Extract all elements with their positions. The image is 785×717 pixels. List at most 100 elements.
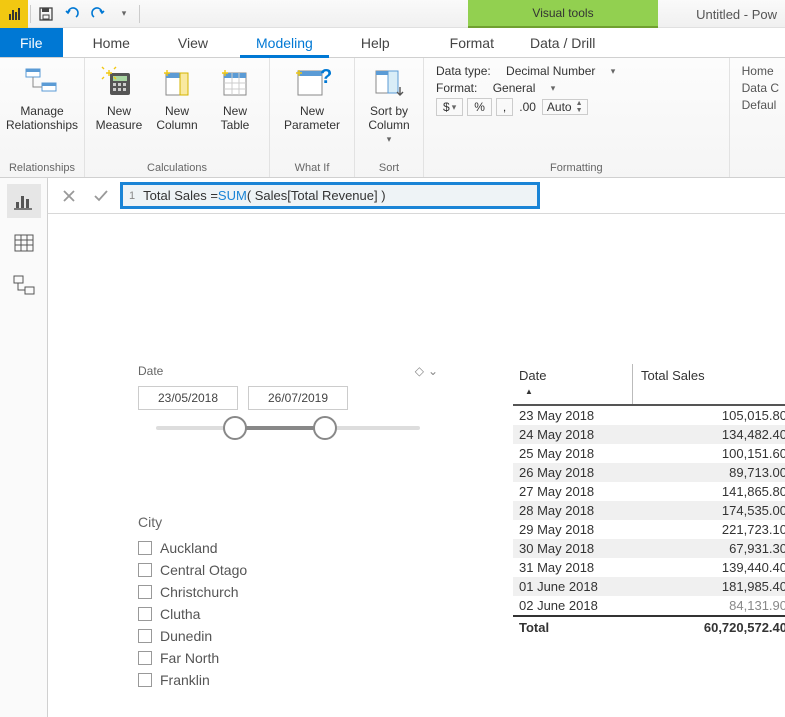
table-row[interactable]: 29 May 2018221,723.10	[513, 520, 785, 539]
table-row[interactable]: 31 May 2018139,440.40	[513, 558, 785, 577]
svg-text:?: ?	[320, 66, 332, 88]
checkbox[interactable]	[138, 607, 152, 621]
date-from-input[interactable]: 23/05/2018	[138, 386, 238, 410]
cell-date: 25 May 2018	[513, 444, 633, 463]
report-view-icon	[14, 192, 34, 210]
qat-customize[interactable]: ▾	[111, 0, 137, 28]
formula-input[interactable]: 1 Total Sales = SUM( Sales[Total Revenue…	[120, 182, 540, 209]
formula-cancel-button[interactable]	[56, 183, 82, 209]
table-row[interactable]: 25 May 2018100,151.60	[513, 444, 785, 463]
sales-table[interactable]: Date▲ Total Sales 23 May 2018105,015.802…	[513, 364, 785, 638]
cell-value: 105,015.80	[633, 406, 785, 425]
manage-relationships-button[interactable]: Manage Relationships	[6, 62, 78, 133]
date-slider[interactable]	[156, 426, 420, 430]
save-icon	[38, 6, 54, 22]
datatype-dropdown[interactable]: Data type: Decimal Number ▾	[436, 64, 717, 78]
cell-date: 24 May 2018	[513, 425, 633, 444]
group-calculations: New Measure New Column New Table Calcula…	[85, 58, 270, 177]
table-row[interactable]: 01 June 2018181,985.40	[513, 577, 785, 596]
new-column-button[interactable]: New Column	[149, 62, 205, 133]
tab-modeling[interactable]: Modeling	[232, 28, 337, 57]
eraser-icon[interactable]: ◇	[415, 364, 424, 378]
group-whatif: ? New Parameter What If	[270, 58, 355, 177]
city-item[interactable]: Far North	[138, 650, 398, 666]
sort-by-column-button[interactable]: Sort by Column	[361, 62, 417, 145]
contextual-tab-header: Visual tools	[468, 0, 658, 28]
group-formatting: Data type: Decimal Number ▾ Format: Gene…	[424, 58, 730, 177]
title-bar: ▾ Visual tools Untitled - Pow	[0, 0, 785, 28]
format-dropdown[interactable]: Format: General ▾	[436, 81, 717, 95]
tab-help[interactable]: Help	[337, 28, 414, 57]
view-switcher	[0, 178, 48, 717]
cell-value: 84,131.90	[633, 596, 785, 615]
city-slicer[interactable]: City Auckland Central Otago Christchurch Cl…	[138, 514, 398, 688]
decimals-icon: .00	[517, 100, 538, 114]
city-item[interactable]: Auckland	[138, 540, 398, 556]
city-label: Franklin	[160, 672, 210, 688]
column-icon	[159, 64, 195, 100]
tab-view[interactable]: View	[154, 28, 232, 57]
percent-button[interactable]: %	[467, 98, 492, 116]
new-table-button[interactable]: New Table	[207, 62, 263, 133]
formula-text-pre: Total Sales =	[143, 188, 218, 203]
tab-file[interactable]: File	[0, 28, 63, 57]
model-view-button[interactable]	[7, 268, 41, 302]
city-item[interactable]: Dunedin	[138, 628, 398, 644]
check-icon	[93, 189, 109, 203]
city-label: Central Otago	[160, 562, 247, 578]
city-item[interactable]: Clutha	[138, 606, 398, 622]
data-view-icon	[14, 234, 34, 252]
redo-button[interactable]	[85, 0, 111, 28]
table-row[interactable]: 24 May 2018134,482.40	[513, 425, 785, 444]
formula-commit-button[interactable]	[88, 183, 114, 209]
undo-button[interactable]	[59, 0, 85, 28]
city-item[interactable]: Christchurch	[138, 584, 398, 600]
checkbox[interactable]	[138, 541, 152, 555]
table-row[interactable]: 26 May 201889,713.00	[513, 463, 785, 482]
checkbox[interactable]	[138, 563, 152, 577]
thousands-button[interactable]: ,	[496, 98, 513, 116]
date-to-input[interactable]: 26/07/2019	[248, 386, 348, 410]
tab-format[interactable]: Format	[432, 28, 512, 57]
date-slicer[interactable]: Date ◇ ⌄ 23/05/2018 26/07/2019	[138, 364, 438, 430]
tab-data-drill[interactable]: Data / Drill	[512, 28, 613, 57]
table-row[interactable]: 30 May 201867,931.30	[513, 539, 785, 558]
group-sort: Sort by Column Sort	[355, 58, 424, 177]
city-item[interactable]: Central Otago	[138, 562, 398, 578]
currency-button[interactable]: $▾	[436, 98, 463, 116]
cell-value: 67,931.30	[633, 539, 785, 558]
data-category-label: Data C	[742, 81, 779, 95]
cell-value: 139,440.40	[633, 558, 785, 577]
line-number: 1	[129, 190, 135, 202]
report-view-button[interactable]	[7, 184, 41, 218]
cell-date: 26 May 2018	[513, 463, 633, 482]
sort-asc-icon[interactable]: ▲	[519, 383, 626, 400]
table-row[interactable]: 27 May 2018141,865.80	[513, 482, 785, 501]
visuals-area[interactable]: Date ◇ ⌄ 23/05/2018 26/07/2019	[48, 214, 785, 717]
slider-thumb-end[interactable]	[313, 416, 337, 440]
new-parameter-button[interactable]: ? New Parameter	[276, 62, 348, 133]
caret-down-icon: ▾	[122, 8, 127, 19]
city-slicer-title: City	[138, 514, 398, 530]
table-row[interactable]: 28 May 2018174,535.00	[513, 501, 785, 520]
city-item[interactable]: Franklin	[138, 672, 398, 688]
checkbox[interactable]	[138, 585, 152, 599]
new-measure-button[interactable]: New Measure	[91, 62, 147, 133]
decimals-stepper[interactable]: Auto▲▼	[542, 99, 588, 115]
table-icon	[217, 64, 253, 100]
table-row[interactable]: 23 May 2018105,015.80	[513, 406, 785, 425]
slider-thumb-start[interactable]	[223, 416, 247, 440]
checkbox[interactable]	[138, 651, 152, 665]
data-view-button[interactable]	[7, 226, 41, 260]
report-canvas: 1 Total Sales = SUM( Sales[Total Revenue…	[48, 178, 785, 717]
tab-home[interactable]: Home	[69, 28, 154, 57]
slicer-dropdown-icon[interactable]: ⌄	[428, 364, 438, 378]
group-relationships: Manage Relationships Relationships	[0, 58, 85, 177]
home-table-label: Home	[742, 64, 779, 78]
window-title: Untitled - Pow	[688, 0, 785, 28]
cell-value: 89,713.00	[633, 463, 785, 482]
save-button[interactable]	[33, 0, 59, 28]
table-row[interactable]: 02 June 201884,131.90	[513, 596, 785, 615]
checkbox[interactable]	[138, 629, 152, 643]
checkbox[interactable]	[138, 673, 152, 687]
